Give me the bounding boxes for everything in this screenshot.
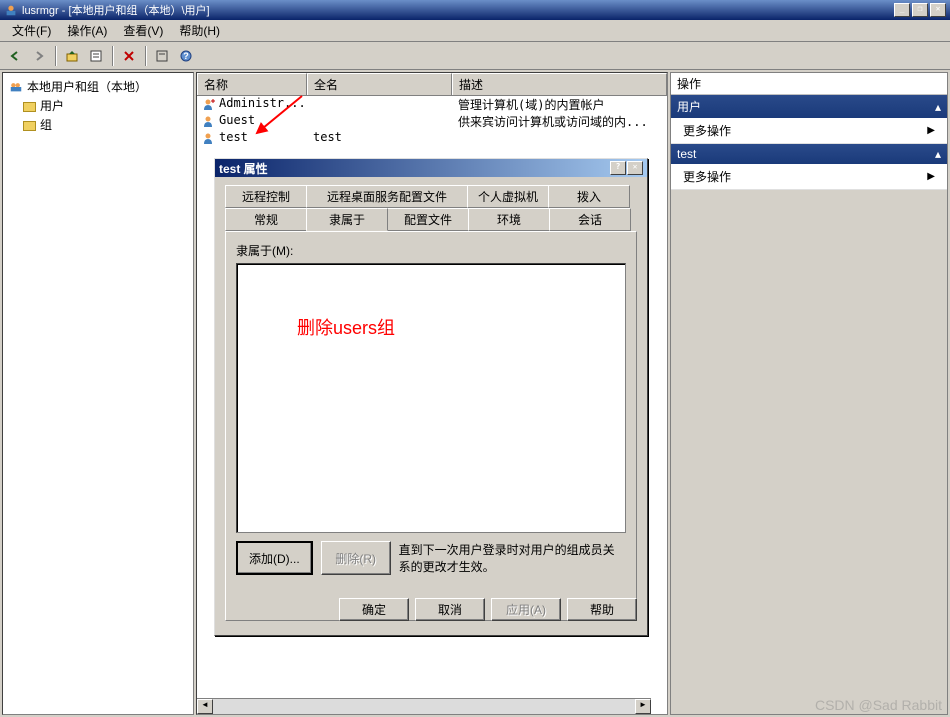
horizontal-scrollbar[interactable]: ◄ ► [197, 698, 651, 714]
memberof-listbox[interactable]: 删除users组 [236, 263, 626, 533]
menu-view[interactable]: 查看(V) [115, 20, 171, 41]
window-title: lusrmgr - [本地用户和组（本地）\用户] [22, 2, 210, 18]
annotation-text: 删除users组 [297, 314, 395, 340]
tab-sessions[interactable]: 会话 [549, 208, 631, 231]
apply-button[interactable]: 应用(A) [491, 598, 561, 621]
refresh-button[interactable] [151, 45, 173, 67]
tab-memberof[interactable]: 隶属于 [306, 208, 388, 231]
close-button[interactable]: ✕ [930, 3, 946, 17]
scroll-right-icon[interactable]: ► [635, 699, 651, 714]
user-icon [203, 98, 217, 110]
actions-group-test[interactable]: test▴ [671, 144, 947, 164]
actions-more-1[interactable]: 更多操作▶ [671, 118, 947, 144]
help-button[interactable]: 帮助 [567, 598, 637, 621]
dialog-close-button[interactable]: ✕ [627, 161, 643, 175]
tab-remote-control[interactable]: 远程控制 [225, 185, 307, 208]
dialog-titlebar[interactable]: test 属性 ? ✕ [215, 159, 647, 177]
maximize-button[interactable]: ❐ [912, 3, 928, 17]
ok-button[interactable]: 确定 [339, 598, 409, 621]
folder-icon [23, 121, 36, 131]
properties-dialog: test 属性 ? ✕ 远程控制 远程桌面服务配置文件 个人虚拟机 拨入 常规 … [214, 158, 648, 636]
actions-pane: 操作 用户▴ 更多操作▶ test▴ 更多操作▶ [670, 72, 948, 715]
scroll-left-icon[interactable]: ◄ [197, 699, 213, 714]
chevron-right-icon: ▶ [927, 125, 935, 136]
tab-rds-profile[interactable]: 远程桌面服务配置文件 [306, 185, 468, 208]
table-row[interactable]: test test [197, 130, 667, 144]
user-icon [203, 115, 217, 127]
table-row[interactable]: Administr... 管理计算机(域)的内置帐户 [197, 96, 667, 113]
actions-group-users[interactable]: 用户▴ [671, 95, 947, 118]
delete-button[interactable] [118, 45, 140, 67]
grid-header: 名称 全名 描述 [197, 73, 667, 96]
tab-dialin[interactable]: 拨入 [548, 185, 630, 208]
tab-profile[interactable]: 配置文件 [387, 208, 469, 231]
toolbar: ? [0, 42, 950, 70]
tree-users[interactable]: 用户 [21, 96, 189, 115]
tree-pane: 本地用户和组（本地） 用户 组 [2, 72, 194, 715]
user-icon [203, 132, 217, 144]
menu-action[interactable]: 操作(A) [59, 20, 115, 41]
group-icon [9, 80, 23, 94]
collapse-icon: ▴ [935, 147, 941, 161]
col-name[interactable]: 名称 [197, 73, 307, 95]
actions-more-2[interactable]: 更多操作▶ [671, 164, 947, 190]
add-button[interactable]: 添加(D)... [236, 541, 313, 575]
actions-header: 操作 [671, 73, 947, 95]
cancel-button[interactable]: 取消 [415, 598, 485, 621]
menu-file[interactable]: 文件(F) [4, 20, 59, 41]
col-desc[interactable]: 描述 [452, 73, 667, 95]
note-text: 直到下一次用户登录时对用户的组成员关系的更改才生效。 [399, 541, 626, 575]
remove-button[interactable]: 删除(R) [321, 541, 391, 575]
watermark: CSDN @Sad Rabbit [815, 697, 942, 713]
tab-panel: 隶属于(M): 删除users组 添加(D)... 删除(R) 直到下一次用户登… [225, 231, 637, 621]
menu-help[interactable]: 帮助(H) [171, 20, 228, 41]
dialog-title: test 属性 [219, 160, 268, 177]
dialog-help-button[interactable]: ? [610, 161, 626, 175]
app-icon [4, 3, 18, 17]
collapse-icon: ▴ [935, 100, 941, 114]
forward-button[interactable] [28, 45, 50, 67]
properties-button[interactable] [85, 45, 107, 67]
tab-general[interactable]: 常规 [225, 208, 307, 231]
folder-icon [23, 102, 36, 112]
up-button[interactable] [61, 45, 83, 67]
tab-environment[interactable]: 环境 [468, 208, 550, 231]
help-button[interactable]: ? [175, 45, 197, 67]
tab-personal-vm[interactable]: 个人虚拟机 [467, 185, 549, 208]
chevron-right-icon: ▶ [927, 171, 935, 182]
tree-groups[interactable]: 组 [21, 115, 189, 134]
minimize-button[interactable]: _ [894, 3, 910, 17]
svg-text:?: ? [183, 51, 189, 61]
tabs-row2: 常规 隶属于 配置文件 环境 会话 [225, 208, 637, 231]
titlebar: lusrmgr - [本地用户和组（本地）\用户] _ ❐ ✕ [0, 0, 950, 20]
memberof-label: 隶属于(M): [236, 242, 626, 259]
tree-root-item[interactable]: 本地用户和组（本地） [7, 77, 189, 96]
tabs-row1: 远程控制 远程桌面服务配置文件 个人虚拟机 拨入 [225, 185, 637, 208]
table-row[interactable]: Guest 供来宾访问计算机或访问域的内... [197, 113, 667, 130]
col-fullname[interactable]: 全名 [307, 73, 452, 95]
menubar: 文件(F) 操作(A) 查看(V) 帮助(H) [0, 20, 950, 42]
back-button[interactable] [4, 45, 26, 67]
grid-pane: 名称 全名 描述 Administr... 管理计算机(域)的内置帐户 Gues… [196, 72, 668, 715]
